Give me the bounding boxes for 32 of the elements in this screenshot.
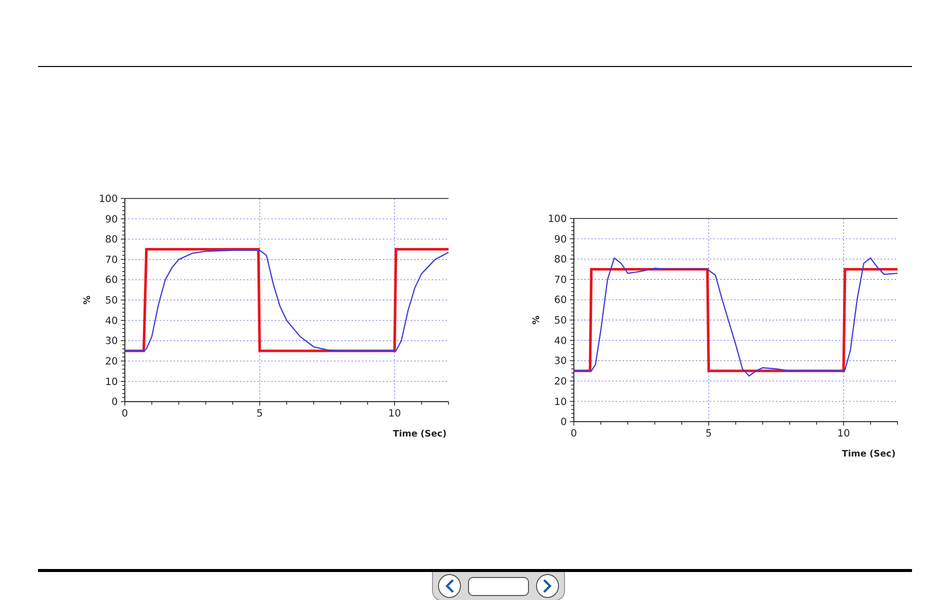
y-tick-label: 50	[554, 316, 566, 327]
y-tick-label: 90	[554, 234, 566, 246]
x-axis-title: Time (Sec)	[392, 430, 447, 440]
x-tick-label: 0	[570, 428, 576, 440]
y-tick-label: 40	[105, 316, 118, 327]
x-axis-title: Time (Sec)	[841, 450, 896, 460]
y-tick-label: 100	[547, 214, 566, 225]
y-tick-label: 70	[105, 254, 118, 266]
y-tick-label: 30	[554, 356, 566, 368]
y-tick-label: 40	[554, 336, 566, 347]
y-tick-label: 100	[98, 194, 118, 205]
x-tick-label: 0	[122, 408, 128, 420]
x-tick-label: 10	[836, 428, 850, 440]
x-tick-label: 5	[705, 428, 712, 440]
y-tick-label: 80	[554, 254, 566, 266]
x-tick-label: 10	[388, 408, 401, 420]
y-tick-label: 10	[554, 396, 566, 408]
y-tick-label: 60	[554, 295, 566, 306]
y-tick-label: 50	[105, 296, 118, 307]
y-tick-label: 30	[105, 336, 118, 348]
y-tick-label: 20	[105, 356, 118, 368]
y-tick-label: 0	[560, 417, 566, 428]
y-tick-label: 20	[554, 376, 566, 388]
y-tick-label: 90	[105, 214, 118, 226]
x-tick-label: 5	[256, 408, 263, 420]
y-tick-label: 60	[105, 275, 118, 286]
y-tick-label: 70	[554, 274, 566, 286]
y-tick-label: 10	[105, 376, 118, 388]
y-tick-label: 0	[112, 397, 118, 408]
y-axis-title: %	[531, 316, 542, 325]
y-tick-label: 80	[105, 234, 118, 246]
y-axis-title: %	[82, 296, 93, 305]
